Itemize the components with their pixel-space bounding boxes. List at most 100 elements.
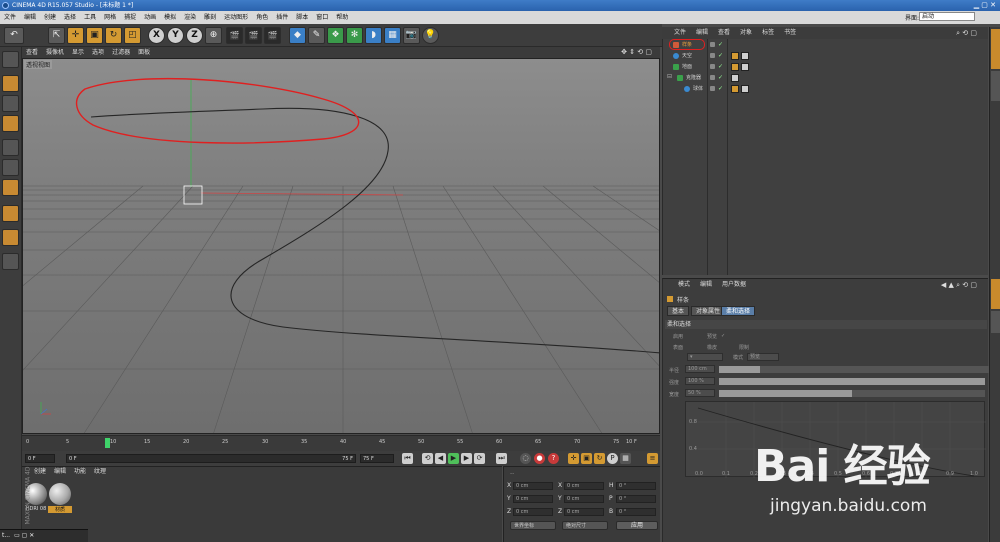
- material-menu-edit[interactable]: 编辑: [50, 467, 70, 477]
- material-tag-icon[interactable]: [731, 85, 739, 93]
- mode-dropdown[interactable]: 预览: [747, 353, 779, 361]
- light-icon[interactable]: 💡: [422, 27, 439, 44]
- object-row-cloner[interactable]: ⊟ 克隆器 ✓: [663, 73, 989, 83]
- step-back-button[interactable]: ◀: [435, 453, 446, 464]
- camera-icon[interactable]: 📷: [403, 27, 420, 44]
- layers-panel-tab[interactable]: [991, 311, 1000, 333]
- size-y-field[interactable]: 0 cm: [564, 495, 604, 503]
- x-axis-toggle[interactable]: X: [148, 27, 165, 44]
- obj-menu-bookmarks[interactable]: 书签: [779, 27, 801, 39]
- subdivision-icon[interactable]: ❖: [327, 27, 344, 44]
- field-check[interactable]: ✓: [721, 333, 725, 339]
- position-y-field[interactable]: 0 cm: [513, 495, 553, 503]
- display-tag-icon[interactable]: [731, 74, 739, 82]
- object-row-sphere[interactable]: 球体 ✓: [663, 84, 989, 94]
- material-swatch-default[interactable]: [49, 483, 71, 505]
- start-frame-field[interactable]: 0 F: [25, 454, 55, 463]
- key-mode-icon[interactable]: ◌: [520, 453, 531, 464]
- object-row-sky[interactable]: 天空 ✓: [663, 51, 989, 61]
- display-tag-icon[interactable]: [741, 63, 749, 71]
- menu-tools[interactable]: 工具: [80, 11, 100, 24]
- render-view-button[interactable]: 🎬: [226, 27, 243, 44]
- object-row-spline[interactable]: 样条 ✓: [663, 40, 989, 50]
- record-active-icon[interactable]: ●: [534, 453, 545, 464]
- coordinate-system-button[interactable]: ⊕: [205, 27, 222, 44]
- key-rotation-icon[interactable]: ↻: [594, 453, 605, 464]
- menu-window[interactable]: 窗口: [312, 11, 332, 24]
- menu-render[interactable]: 渲染: [180, 11, 200, 24]
- visibility-dots[interactable]: [710, 86, 715, 91]
- obj-panel-icons[interactable]: ⌕ ⟲ ▢: [951, 27, 982, 39]
- display-tag-icon[interactable]: [741, 52, 749, 60]
- model-mode-icon[interactable]: [2, 75, 19, 92]
- polygons-mode-icon[interactable]: [2, 179, 19, 196]
- axis-mode-icon[interactable]: [2, 205, 19, 222]
- window-controls[interactable]: ▁ ▢ ✕: [974, 0, 996, 11]
- enable-check[interactable]: ✓: [718, 86, 723, 92]
- radius-field[interactable]: 100 cm: [685, 365, 715, 373]
- workplane-mode-icon[interactable]: [2, 115, 19, 132]
- end-frame-field[interactable]: 75 F: [360, 454, 394, 463]
- viewport-menu-view[interactable]: 查看: [22, 47, 42, 58]
- attr-panel-icons[interactable]: ◀ ▲ ⌕ ⟲ ▢: [936, 279, 982, 291]
- menu-create[interactable]: 创建: [40, 11, 60, 24]
- timeline-ruler[interactable]: 0 5 10 15 20 25 30 35 40 45 50 55 60 65 …: [22, 435, 660, 451]
- rotation-b-field[interactable]: 0 °: [616, 508, 656, 516]
- viewport-menu-options[interactable]: 选项: [88, 47, 108, 58]
- size-z-field[interactable]: 0 cm: [564, 508, 604, 516]
- obj-menu-view[interactable]: 查看: [713, 27, 735, 39]
- viewport-menu-panel[interactable]: 面板: [134, 47, 154, 58]
- attributes-panel-tab[interactable]: [991, 279, 1000, 309]
- size-x-field[interactable]: 0 cm: [564, 482, 604, 490]
- menu-help[interactable]: 帮助: [332, 11, 352, 24]
- menu-animate[interactable]: 动画: [140, 11, 160, 24]
- position-z-field[interactable]: 0 cm: [513, 508, 553, 516]
- visibility-dots[interactable]: [710, 75, 715, 80]
- menu-file[interactable]: 文件: [0, 11, 20, 24]
- obj-menu-file[interactable]: 文件: [662, 27, 691, 39]
- render-settings-button[interactable]: 🎬: [264, 27, 281, 44]
- move-tool-button[interactable]: ✛: [67, 27, 84, 44]
- step-forward-button[interactable]: ▶: [461, 453, 472, 464]
- visibility-dots[interactable]: [710, 64, 715, 69]
- tab-soft-selection[interactable]: 柔和选择: [721, 306, 756, 316]
- make-editable-icon[interactable]: [2, 51, 19, 68]
- objects-panel-tab[interactable]: [991, 29, 1000, 69]
- obj-menu-edit[interactable]: 编辑: [691, 27, 713, 39]
- snap-toggle-icon[interactable]: [2, 253, 19, 270]
- menu-simulate[interactable]: 模拟: [160, 11, 180, 24]
- menu-snap[interactable]: 捕捉: [120, 11, 140, 24]
- tab-object[interactable]: 对象属性: [691, 306, 726, 316]
- play-button[interactable]: ▶: [448, 453, 459, 464]
- points-mode-icon[interactable]: [2, 139, 19, 156]
- material-menu-create[interactable]: 创建: [30, 467, 50, 477]
- taskbar-window[interactable]: t... ▭ ▢ ✕: [0, 529, 88, 542]
- size-mode-dropdown[interactable]: 绝对尺寸: [562, 521, 608, 530]
- material-menu-function[interactable]: 功能: [70, 467, 90, 477]
- edges-mode-icon[interactable]: [2, 159, 19, 176]
- menu-script[interactable]: 脚本: [292, 11, 312, 24]
- coordinate-space-dropdown[interactable]: 世界坐标: [510, 521, 556, 530]
- apply-button[interactable]: 应用: [616, 521, 658, 530]
- enable-check[interactable]: ✓: [718, 42, 723, 48]
- viewport-menu-camera[interactable]: 摄像机: [42, 47, 68, 58]
- enable-check[interactable]: ✓: [718, 64, 723, 70]
- goto-next-key-button[interactable]: ⟳: [474, 453, 485, 464]
- attr-menu-mode[interactable]: 模式: [673, 279, 695, 291]
- enable-check[interactable]: ✓: [718, 75, 723, 81]
- cube-primitive-icon[interactable]: ◆: [289, 27, 306, 44]
- autokey-icon[interactable]: ?: [548, 453, 559, 464]
- tweak-mode-icon[interactable]: [2, 229, 19, 246]
- timeline-settings-icon[interactable]: ≡: [647, 453, 658, 464]
- attr-menu-edit[interactable]: 编辑: [695, 279, 717, 291]
- display-tag-icon[interactable]: [741, 85, 749, 93]
- rotation-h-field[interactable]: 0 °: [616, 482, 656, 490]
- goto-prev-key-button[interactable]: ⟲: [422, 453, 433, 464]
- falloff-dropdown[interactable]: ▾: [687, 353, 723, 361]
- strength-field[interactable]: 100 %: [685, 377, 715, 385]
- cloner-icon[interactable]: ✻: [346, 27, 363, 44]
- select-tool-button[interactable]: ⇱: [48, 27, 65, 44]
- deformer-icon[interactable]: ◗: [365, 27, 382, 44]
- viewport-nav-icons[interactable]: ✥ ⇕ ⟲ ▢: [617, 47, 656, 58]
- key-position-icon[interactable]: ✛: [568, 453, 579, 464]
